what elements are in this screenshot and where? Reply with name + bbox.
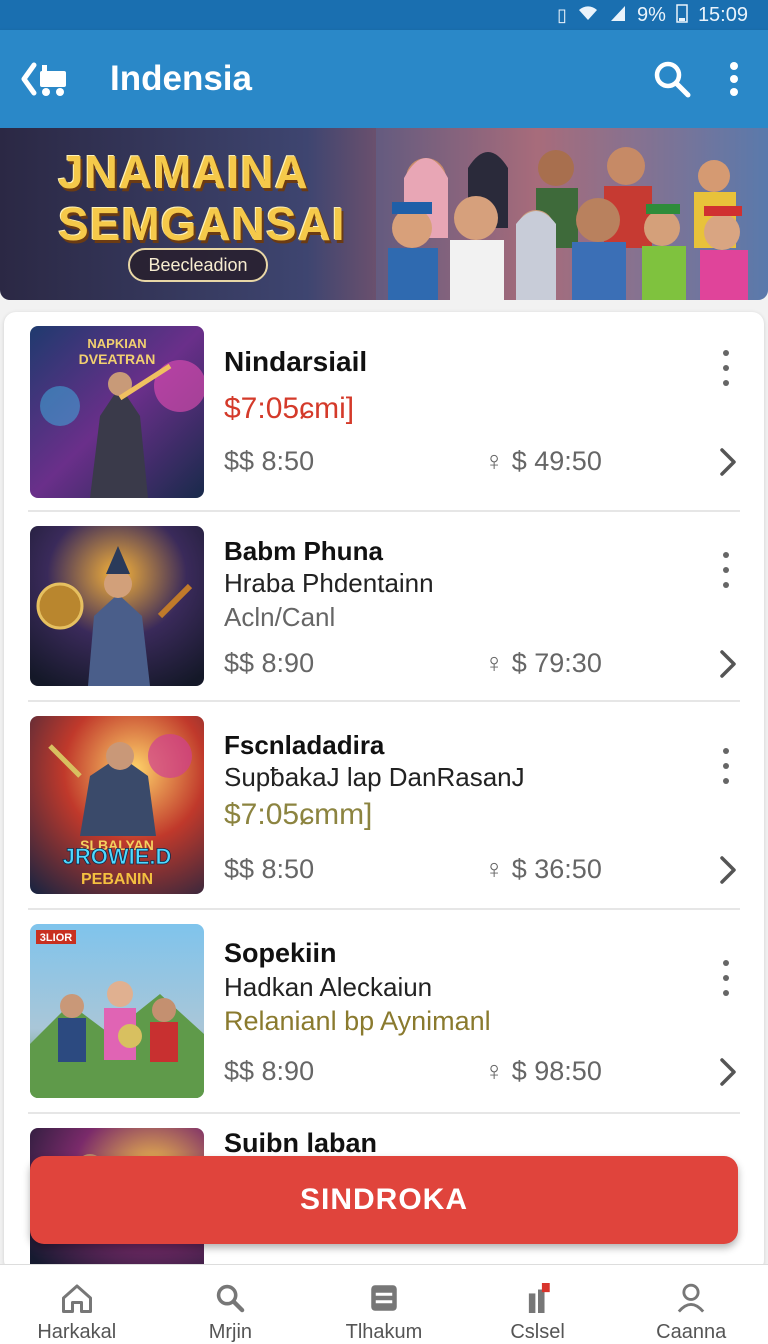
profile-icon [677, 1283, 705, 1313]
svg-text:3LIOR: 3LIOR [40, 932, 72, 944]
chevron-right-icon[interactable] [716, 444, 740, 480]
item-title: Sopekiin [224, 938, 337, 968]
bottom-navigation: Harkakal Mrjin Tlhakum Cslsel Caanna [0, 1264, 768, 1344]
item-cost: $$ 8:90 [224, 1056, 315, 1086]
nav-label: Caanna [656, 1321, 727, 1343]
back-cart-icon [21, 62, 66, 96]
list-item[interactable]: NAPKIAN DVEATRAN Nindarsiail $7:05ɕmi] $… [28, 312, 740, 512]
chevron-right-icon[interactable] [716, 1054, 740, 1090]
item-location-price: ♀ $ 36:50 [484, 854, 602, 884]
item-title: Suibn laban [224, 1128, 378, 1158]
nav-label: Tlhakum [345, 1321, 423, 1343]
svg-text:JROWIE.D: JROWIE.D [63, 844, 172, 869]
banner-headline: JNAMAINA SEMGANSAI [58, 146, 346, 250]
item-location-price: ♀ $ 79:30 [484, 648, 602, 678]
item-price: $7:05ɕmm] [224, 798, 373, 831]
product-thumbnail: NAPKIAN DVEATRAN [30, 326, 204, 498]
more-vert-icon [730, 62, 738, 96]
product-thumbnail [30, 526, 204, 686]
nav-item-home[interactable]: Harkakal [0, 1265, 154, 1344]
app-title: Indensia [110, 59, 252, 98]
item-category: Acln/Canl [224, 602, 336, 632]
item-subtitle: Hadkan Aleckaiun [224, 972, 433, 1002]
search-icon [654, 61, 691, 98]
nav-item-cards[interactable]: Tlhakum [307, 1265, 461, 1344]
chart-icon [528, 1283, 550, 1313]
item-cost: $$ 8:50 [224, 446, 315, 476]
nav-label: Harkakal [37, 1321, 117, 1343]
primary-action-button[interactable]: SINDROKA [30, 1156, 738, 1244]
nav-label: Mrjin [208, 1321, 253, 1343]
svg-text:PEBANIN: PEBANIN [81, 871, 153, 888]
nav-item-search[interactable]: Mrjin [154, 1265, 308, 1344]
item-location-price: ♀ $ 49:50 [484, 446, 602, 476]
status-bar: ▯ 9% 15:09 [0, 0, 768, 30]
item-category: Relanianl bp Aynimanl [224, 1006, 491, 1036]
item-title: Nindarsiail [224, 346, 368, 377]
item-title: Babm Phuna [224, 536, 383, 566]
item-location-price: ♀ $ 98:50 [484, 1056, 602, 1086]
item-menu-button[interactable] [714, 748, 738, 784]
search-icon [217, 1284, 245, 1313]
item-menu-button[interactable] [714, 350, 738, 386]
vibrate-icon: ▯ [557, 4, 568, 25]
signal-icon [609, 4, 627, 27]
item-price: $7:05ɕmi] [224, 392, 355, 425]
promo-banner[interactable]: JNAMAINA SEMGANSAI Beecleadion [0, 128, 768, 300]
item-subtitle: Hraba Phdentainn [224, 568, 434, 598]
home-icon [61, 1284, 92, 1313]
clock-time: 15:09 [697, 3, 748, 26]
chevron-right-icon[interactable] [716, 852, 740, 888]
list-item[interactable]: SLBALYAN JROWIE.D PEBANIN Fscnladadira S… [28, 702, 740, 910]
overflow-menu-button[interactable] [720, 51, 748, 107]
product-list: NAPKIAN DVEATRAN Nindarsiail $7:05ɕmi] $… [4, 312, 764, 1272]
back-button[interactable] [18, 51, 74, 107]
nav-item-stats[interactable]: Cslsel [461, 1265, 615, 1344]
item-menu-button[interactable] [714, 960, 738, 996]
list-item[interactable]: 3LIOR Sopekiin Hadkan Aleckaiun Relanian… [28, 910, 740, 1114]
item-menu-button[interactable] [714, 552, 738, 588]
app-bar: Indensia [0, 30, 768, 128]
battery-percent: 9% [637, 3, 666, 26]
svg-text:NAPKIAN: NAPKIAN [87, 336, 146, 351]
item-cost: $$ 8:90 [224, 648, 315, 678]
svg-text:DVEATRAN: DVEATRAN [79, 351, 156, 367]
nav-item-profile[interactable]: Caanna [614, 1265, 768, 1344]
chevron-right-icon[interactable] [716, 646, 740, 682]
item-subtitle: SupƀakaJ lap DanRasanJ [224, 762, 525, 792]
search-button[interactable] [644, 51, 700, 107]
crowd-illustration [376, 128, 768, 300]
list-item[interactable]: Babm Phuna Hraba Phdentainn Acln/Canl $$… [28, 512, 740, 702]
product-thumbnail: SLBALYAN JROWIE.D PEBANIN [30, 716, 204, 894]
item-cost: $$ 8:50 [224, 854, 315, 884]
nav-label: Cslsel [510, 1321, 565, 1343]
product-thumbnail: 3LIOR [30, 924, 204, 1098]
card-icon [371, 1285, 397, 1311]
item-title: Fscnladadira [224, 730, 385, 760]
banner-line-1: JNAMAINA [58, 146, 309, 198]
battery-icon [676, 3, 688, 28]
banner-line-2: SEMGANSAI [58, 198, 346, 250]
banner-cta-badge[interactable]: Beecleadion [128, 248, 268, 282]
wifi-icon [577, 4, 599, 27]
